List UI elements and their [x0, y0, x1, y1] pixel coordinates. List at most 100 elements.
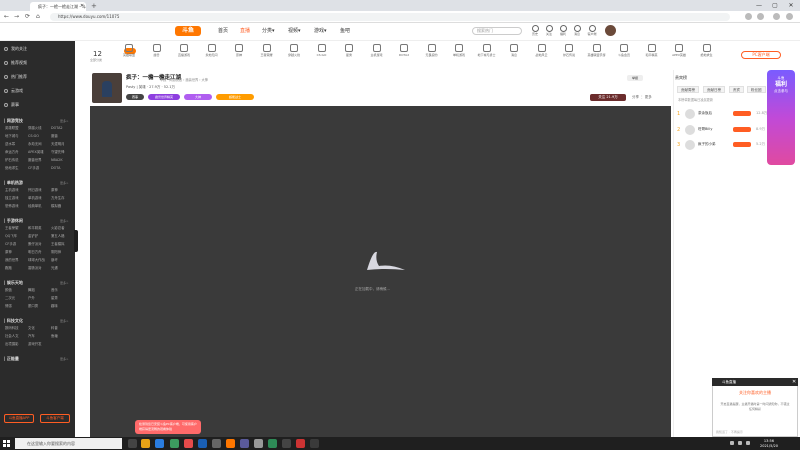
site-logo[interactable]: 斗鱼: [175, 26, 201, 36]
sidebar-item[interactable]: 王者模拟: [51, 242, 73, 247]
app-icon[interactable]: [226, 439, 235, 448]
back-button[interactable]: ←: [4, 12, 9, 22]
sidebar-top-item[interactable]: 云游戏: [4, 87, 23, 94]
profile-icon[interactable]: [773, 13, 780, 20]
forward-button[interactable]: →: [14, 12, 19, 22]
home-button[interactable]: ⌂: [36, 12, 40, 22]
maximize-button[interactable]: ▢: [768, 0, 782, 11]
extension-icon[interactable]: [757, 13, 764, 20]
sidebar-item[interactable]: 主机游戏: [5, 188, 27, 193]
sidebar-item[interactable]: CS:GO: [28, 134, 50, 139]
category-item[interactable]: DOTA2: [392, 44, 416, 58]
app-icon[interactable]: [184, 439, 193, 448]
sidebar-item[interactable]: 独立游戏: [5, 196, 27, 201]
sidebar-item[interactable]: 原神: [5, 250, 27, 255]
sidebar-item[interactable]: 鱼塘: [51, 334, 73, 339]
sidebar-item[interactable]: CF手游: [28, 166, 50, 171]
tab-close-icon[interactable]: ✕: [80, 2, 84, 11]
category-item[interactable]: 魔兽: [145, 44, 169, 58]
sidebar-item[interactable]: 天涯明月: [51, 142, 73, 147]
category-item[interactable]: 地下城与勇士: [475, 44, 499, 58]
sidebar-more-link[interactable]: 更多>: [60, 218, 69, 224]
sidebar-item[interactable]: 脱口秀: [28, 304, 50, 309]
sidebar-top-item[interactable]: 热门推荐: [4, 73, 27, 80]
message-icon[interactable]: 消息: [571, 25, 583, 37]
sidebar-top-item[interactable]: 赛事: [4, 101, 19, 108]
gift-icon[interactable]: 福利: [557, 25, 569, 37]
app-icon[interactable]: [198, 439, 207, 448]
report-button[interactable]: 举报: [627, 75, 643, 81]
app-icon[interactable]: [240, 439, 249, 448]
sidebar-item[interactable]: 王者荣耀: [5, 226, 27, 231]
sidebar-item[interactable]: 怀旧游戏: [28, 188, 50, 193]
sidebar-more-link[interactable]: 更多>: [60, 118, 69, 124]
sidebar-item[interactable]: 科普: [51, 326, 73, 331]
category-item[interactable]: 英雄联盟手游: [585, 44, 609, 58]
nav-game[interactable]: 游戏▾: [314, 27, 327, 35]
sidebar-item[interactable]: CF手游: [5, 242, 27, 247]
sidebar-item[interactable]: 汽车: [28, 334, 50, 339]
sidebar-item[interactable]: 方舟生存: [51, 196, 73, 201]
sidebar-item[interactable]: 跑跑: [5, 266, 27, 271]
url-field[interactable]: [50, 13, 730, 21]
browser-tab[interactable]: 疯子：一檐一檐走江湖 - 斗鱼直播: [30, 2, 86, 11]
sidebar-item[interactable]: 数码科技: [5, 326, 27, 331]
sidebar-item[interactable]: 游戏开发: [28, 342, 50, 347]
tab-vip[interactable]: 贵宾: [729, 86, 744, 93]
system-clock[interactable]: 13:56 2021/5/20: [760, 439, 778, 448]
nav-video[interactable]: 视频▾: [288, 27, 301, 35]
network-icon[interactable]: [730, 441, 734, 445]
download-icon[interactable]: 客户端: [586, 25, 598, 37]
category-item[interactable]: 星秀: [337, 44, 361, 58]
sidebar-item[interactable]: 文化: [28, 326, 50, 331]
sidebar-top-item[interactable]: 我的关注: [4, 45, 27, 52]
sidebar-item[interactable]: 和平精英: [28, 226, 50, 231]
sidebar-item[interactable]: 光遇: [51, 266, 73, 271]
category-item[interactable]: 英雄联盟: [117, 44, 141, 58]
minimize-button[interactable]: —: [752, 0, 766, 11]
category-item[interactable]: 永劫无间: [200, 44, 224, 58]
user-avatar[interactable]: [605, 25, 616, 36]
sidebar-more-link[interactable]: 更多>: [60, 180, 69, 186]
app-icon[interactable]: [282, 439, 291, 448]
sidebar-item[interactable]: 魔兽: [51, 134, 73, 139]
anchor-avatar[interactable]: [92, 73, 122, 103]
sidebar-item[interactable]: 星秀: [51, 296, 73, 301]
sidebar-item[interactable]: 情感: [5, 304, 27, 309]
sidebar-item[interactable]: 阴阳师: [51, 250, 73, 255]
app-icon[interactable]: [310, 439, 319, 448]
sidebar-more-link[interactable]: 更多>: [60, 280, 69, 286]
taskbar-search-input[interactable]: 在这里输入你要搜索的内容: [15, 438, 122, 449]
app-icon[interactable]: [268, 439, 277, 448]
sidebar-item[interactable]: 崩坏: [51, 258, 73, 263]
sidebar-item[interactable]: 原神: [51, 188, 73, 193]
tab-fanclub[interactable]: 粉丝团: [747, 86, 766, 93]
sidebar-item[interactable]: 单机游戏: [28, 196, 50, 201]
category-item[interactable]: 穿越火线: [282, 44, 306, 58]
client-toast[interactable]: 检测到您已安装斗鱼PC客户端，可使用客户端获得更流畅的观看体验: [135, 420, 201, 434]
follow-icon[interactable]: 关注: [543, 25, 555, 37]
app-icon[interactable]: [296, 439, 305, 448]
category-item[interactable]: 战地风云: [530, 44, 554, 58]
category-item[interactable]: 斗鱼会员: [612, 44, 636, 58]
sidebar-item[interactable]: DOTA2: [51, 126, 73, 131]
tab-weekly-rank[interactable]: 贡献周榜: [677, 86, 699, 93]
nav-home[interactable]: 首页: [218, 27, 228, 35]
pc-client-download-button[interactable]: 斗鱼客户端: [40, 414, 70, 423]
category-item[interactable]: 原神: [227, 44, 251, 58]
menu-icon[interactable]: [786, 13, 793, 20]
sidebar-item[interactable]: 恐怖游戏: [5, 204, 27, 209]
browser-icon[interactable]: [155, 439, 164, 448]
sidebar-item[interactable]: 经典单机: [28, 204, 50, 209]
sidebar-item[interactable]: 球球大作战: [28, 258, 50, 263]
app-icon[interactable]: [254, 439, 263, 448]
search-input[interactable]: 搜索热门: [472, 27, 522, 35]
room-breadcrumb[interactable]: 举报 · 网游竞技 › 魔兽世界 › 大神: [160, 77, 208, 82]
sidebar-item[interactable]: 户外: [28, 296, 50, 301]
app-download-button[interactable]: 斗鱼直播APP: [4, 414, 34, 423]
new-tab-button[interactable]: +: [91, 2, 97, 10]
sidebar-item[interactable]: 二次元: [5, 296, 27, 301]
reload-button[interactable]: ⟳: [25, 12, 30, 22]
sidebar-item[interactable]: 金铲铲: [28, 234, 50, 239]
sidebar-item[interactable]: 第五人格: [51, 234, 73, 239]
